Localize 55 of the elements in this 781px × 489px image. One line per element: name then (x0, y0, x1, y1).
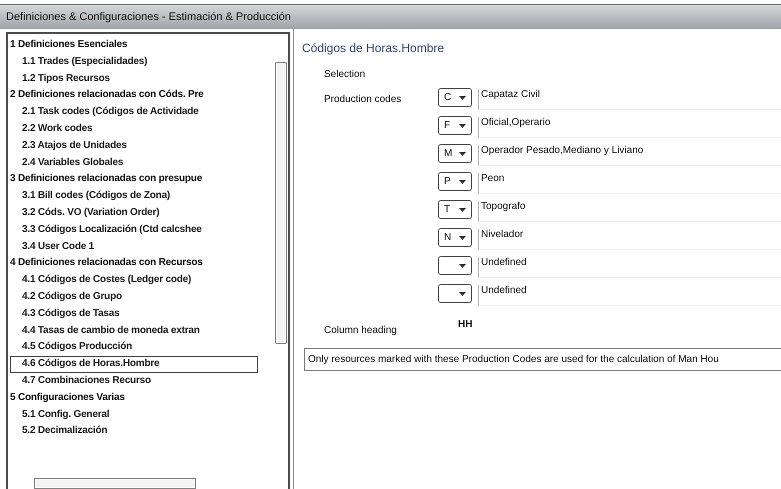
tree-item[interactable]: 5.2 Decimalización (10, 423, 258, 440)
tree-item[interactable]: 4.6 Códigos de Horas.Hombre (10, 356, 258, 373)
tree-item[interactable]: 1.1 Trades (Especialidades) (10, 54, 258, 71)
caret-icon (459, 292, 466, 296)
code-dropdown[interactable]: F (438, 116, 472, 135)
code-description: Undefined (478, 285, 781, 306)
code-description: Nivelador (478, 229, 781, 250)
tree-item[interactable]: 3.3 Códigos Localización (Ctd calcshee (10, 222, 258, 239)
tree-item[interactable]: 4.1 Códigos de Costes (Ledger code) (10, 272, 258, 289)
caret-icon (459, 124, 466, 128)
tree-item[interactable]: 4.2 Códigos de Grupo (10, 288, 258, 306)
tree-section[interactable]: 5 Configuraciones Varias (10, 390, 272, 407)
code-dropdown[interactable]: P (438, 172, 472, 191)
code-description: Capataz Civil (478, 89, 781, 110)
caret-icon (459, 96, 466, 100)
tree-item[interactable]: 2.2 Work codes (10, 120, 258, 138)
code-description: Operador Pesado,Mediano y Liviano (478, 145, 781, 166)
caret-icon (459, 236, 466, 240)
tree-item[interactable]: 2.1 Task codes (Códigos de Actividade (10, 104, 258, 121)
tree-item[interactable]: 2.3 Atajos de Unidades (10, 138, 258, 155)
code-dropdown[interactable]: C (438, 88, 472, 107)
tree-section[interactable]: 1 Definiciones Esenciales (10, 37, 272, 54)
info-note: Only resources marked with these Production Codes are used for the calculation of Man Hou (304, 348, 781, 371)
code-description: Topografo (478, 201, 781, 222)
code-dropdown[interactable] (438, 284, 472, 303)
tree-item[interactable]: 2.4 Variables Globales (10, 154, 258, 172)
code-description: Oficial,Operario (478, 117, 781, 138)
code-description: Undefined (478, 257, 781, 278)
caret-icon (459, 152, 466, 156)
tree-section[interactable]: 3 Definiciones relacionadas con presupue (10, 171, 272, 188)
caret-icon (459, 208, 466, 212)
field-label: Column heading (323, 324, 398, 336)
panel-title: Códigos de Horas.Hombre (302, 41, 446, 55)
caret-icon (459, 180, 466, 184)
tree-item[interactable]: 4.5 Códigos Producción (10, 339, 258, 356)
code-description: Peon (478, 173, 781, 194)
tree-item[interactable]: 4.4 Tasas de cambio de moneda extran (10, 322, 258, 340)
section-label: Selection (324, 69, 366, 80)
tree-item[interactable]: 4.7 Combinaciones Recurso (10, 372, 258, 390)
tree-item[interactable]: 3.2 Códs. VO (Variation Order) (10, 204, 258, 222)
tree-item[interactable]: 3.4 User Code 1 (10, 238, 258, 256)
tree-item[interactable]: 4.3 Códigos de Tasas (10, 306, 258, 323)
tree-section[interactable]: 2 Definiciones relacionadas con Códs. Pre (10, 87, 272, 104)
tree-item[interactable]: 3.1 Bill codes (Códigos de Zona) (10, 188, 258, 205)
tree-item[interactable]: 5.1 Config. General (10, 406, 258, 424)
code-dropdown[interactable]: N (438, 228, 472, 247)
column-heading-value: HH (458, 319, 472, 332)
caret-icon (459, 264, 466, 268)
field-label: Production codes (324, 94, 402, 105)
tree-item[interactable]: 1.2 Tipos Recursos (10, 70, 258, 88)
tree-section[interactable]: 4 Definiciones relacionadas con Recursos (10, 255, 272, 272)
code-dropdown[interactable] (438, 256, 472, 275)
window-title: Definiciones & Configuraciones - Estimación & Producción (6, 11, 291, 23)
code-dropdown[interactable]: T (438, 200, 472, 219)
code-dropdown[interactable]: M (438, 144, 472, 163)
